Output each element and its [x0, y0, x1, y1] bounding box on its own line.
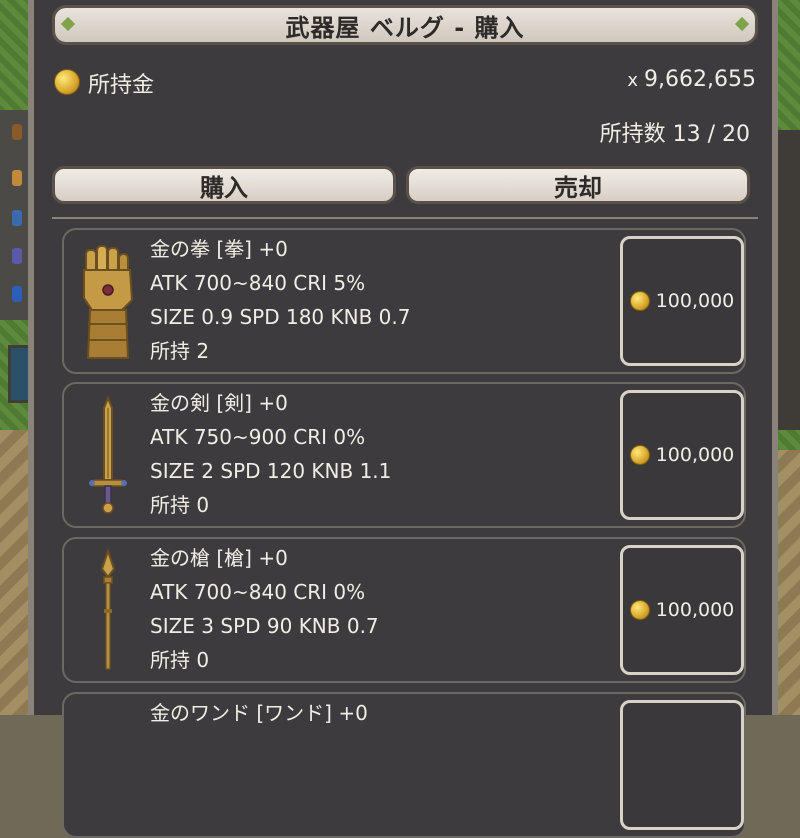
buy-price-button[interactable] [620, 700, 744, 830]
shop-title: 武器屋 ベルグ - 購入 [285, 13, 525, 42]
item-stats-attack: ATK 700~840 CRI 5% [150, 271, 366, 295]
item-stats-size: SIZE 3 SPD 90 KNB 0.7 [150, 614, 379, 638]
item-owned: 所持 0 [150, 493, 210, 517]
gold-value: 9,662,655 [644, 67, 756, 92]
buy-price-button[interactable]: 100,000 [620, 390, 744, 520]
sell-tab-button[interactable]: 売却 [406, 166, 750, 204]
item-name: 金の拳 [拳] +0 [150, 237, 288, 261]
gold-label: 所持金 [88, 73, 155, 98]
item-owned: 所持 0 [150, 648, 210, 672]
gold-amount: x 9,662,655 [627, 67, 756, 92]
shop-item-card[interactable]: 金の剣 [剣] +0 ATK 750~900 CRI 0% SIZE 2 SPD… [62, 382, 746, 528]
shop-panel: 武器屋 ベルグ - 購入 所持金 x 9,662,655 所持数 13 / 20 … [28, 0, 778, 838]
inventory-count: 所持数 13 / 20 [599, 122, 750, 147]
wall-item-icon [12, 124, 22, 140]
shop-item-card[interactable]: 金の槍 [槍] +0 ATK 700~840 CRI 0% SIZE 3 SPD… [62, 537, 746, 683]
gold-row: 所持金 x 9,662,655 [52, 64, 760, 100]
item-stats-attack: ATK 750~900 CRI 0% [150, 425, 366, 449]
wall-item-icon [12, 210, 22, 226]
item-price: 100,000 [655, 599, 735, 621]
item-stats-attack: ATK 700~840 CRI 0% [150, 580, 366, 604]
item-name: 金の槍 [槍] +0 [150, 546, 288, 570]
gold-coin-icon [54, 69, 80, 95]
buy-tab-button[interactable]: 購入 [52, 166, 396, 204]
gold-coin-icon [629, 445, 650, 465]
buy-price-button[interactable]: 100,000 [620, 545, 744, 675]
item-name: 金の剣 [剣] +0 [150, 391, 288, 415]
divider [52, 217, 758, 219]
diamond-ornament-icon [734, 16, 750, 32]
wall-item-icon [12, 170, 22, 186]
gold-gauntlet-icon [83, 245, 134, 359]
diamond-ornament-icon [60, 16, 76, 32]
item-price: 100,000 [655, 290, 735, 312]
buy-price-button[interactable]: 100,000 [620, 236, 744, 366]
wall-background-right [776, 130, 800, 430]
wall-item-icon [12, 248, 22, 264]
item-stats-size: SIZE 0.9 SPD 180 KNB 0.7 [150, 305, 411, 329]
item-price: 100,000 [655, 444, 735, 466]
item-owned: 所持 2 [150, 339, 210, 363]
item-name: 金のワンド [ワンド] +0 [150, 701, 368, 725]
gold-coin-icon [629, 600, 650, 620]
shop-item-card[interactable]: 金の拳 [拳] +0 ATK 700~840 CRI 5% SIZE 0.9 S… [62, 228, 746, 374]
gold-sword-icon [89, 395, 127, 514]
shop-item-card[interactable]: 金のワンド [ワンド] +0 [62, 692, 746, 838]
wall-item-icon [12, 286, 22, 302]
gold-spear-icon [100, 549, 116, 670]
gold-prefix: x [627, 70, 639, 91]
shop-title-bar: 武器屋 ベルグ - 購入 [52, 5, 758, 45]
item-stats-size: SIZE 2 SPD 120 KNB 1.1 [150, 459, 392, 483]
gold-coin-icon [629, 291, 650, 311]
